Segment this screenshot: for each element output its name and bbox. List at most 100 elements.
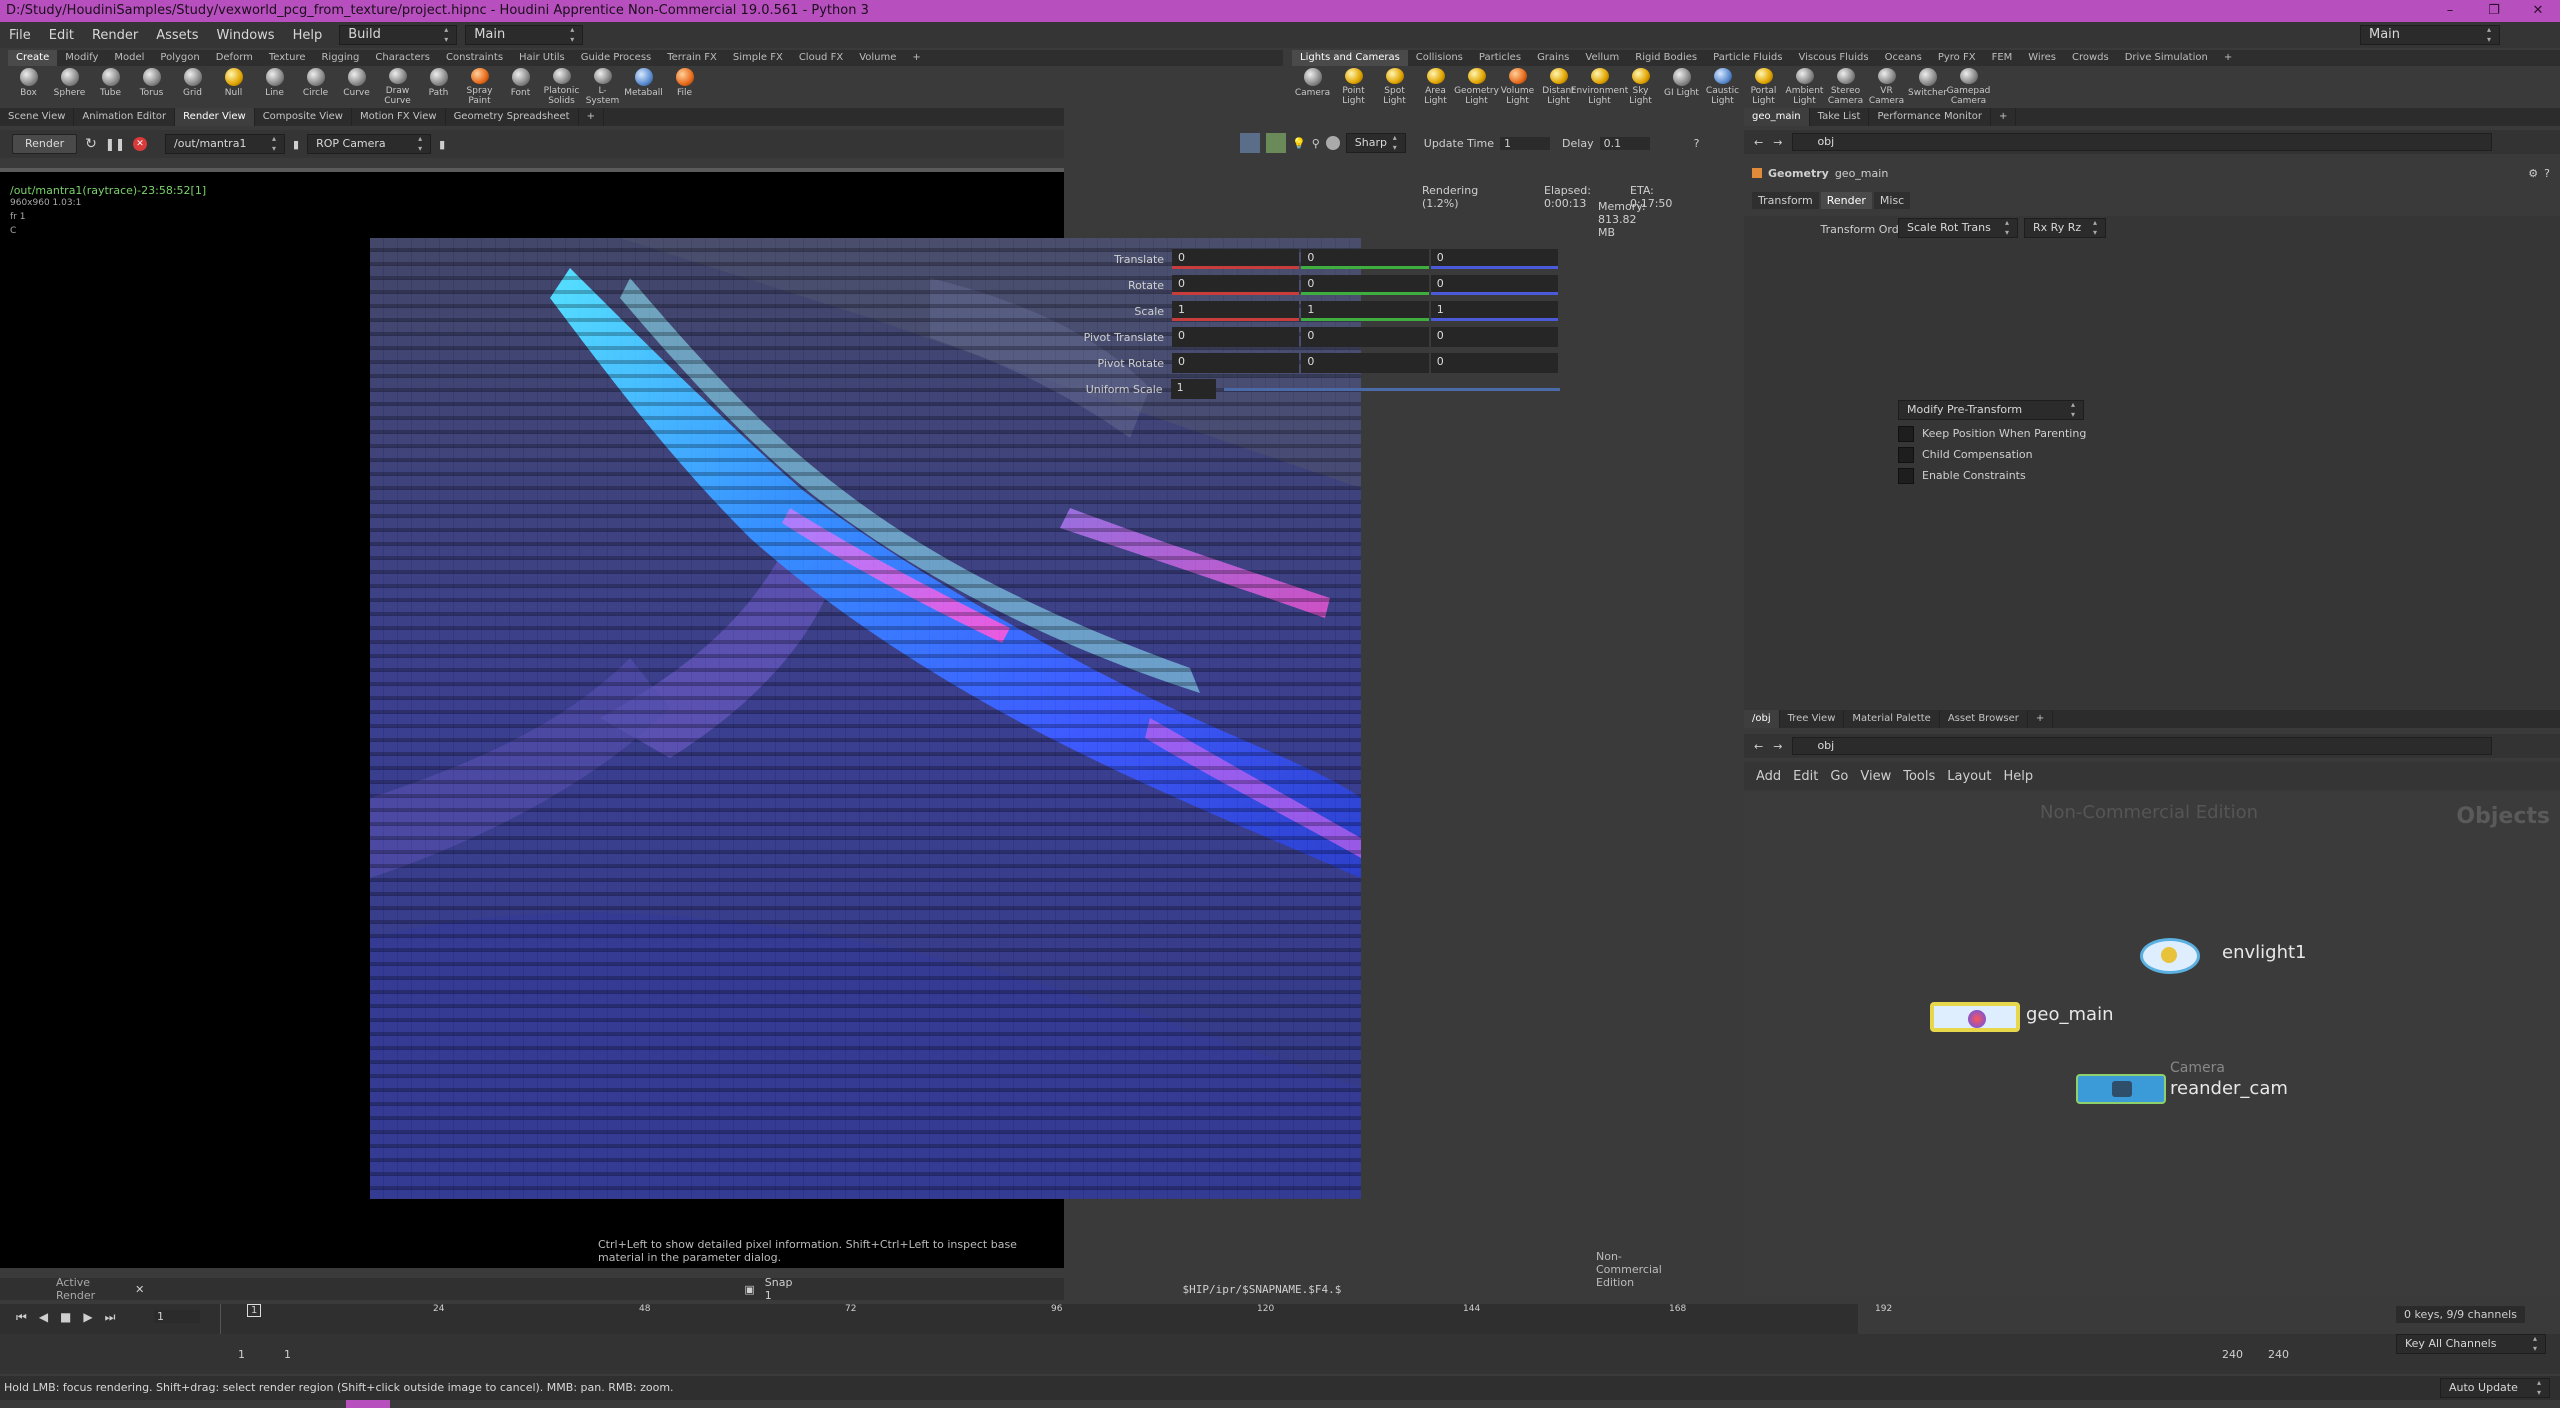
tab-composite-view[interactable]: Composite View [255, 108, 352, 126]
shelf-tab[interactable]: Create [8, 50, 58, 66]
shelf-tab[interactable]: FEM [1984, 50, 2021, 66]
shelf-tab[interactable]: Grains [1529, 50, 1577, 66]
tab-obj[interactable]: /obj [1744, 710, 1780, 728]
pivot-rotate-y[interactable]: 0 [1301, 353, 1429, 373]
tab-material-palette[interactable]: Material Palette [1844, 710, 1940, 728]
tool-portal-light[interactable]: Portal Light [1743, 66, 1784, 106]
tab-take-list[interactable]: Take List [1810, 108, 1870, 126]
filter-select[interactable]: Sharp [1345, 133, 1406, 153]
close-icon[interactable]: ✕ [2516, 0, 2560, 22]
tool-platonic[interactable]: Platonic Solids [541, 66, 582, 106]
tab-geo-main[interactable]: geo_main [1744, 108, 1810, 126]
output-driver-select[interactable]: /out/mantra1 [165, 134, 286, 154]
add-shelf-icon[interactable]: + [2216, 50, 2240, 66]
tool-tube[interactable]: Tube [90, 66, 131, 106]
rotate-y[interactable]: 0 [1301, 275, 1429, 295]
shelf-tab[interactable]: Particle Fluids [1705, 50, 1790, 66]
tab-render[interactable]: Render [1820, 192, 1872, 209]
menu-assets[interactable]: Assets [147, 28, 207, 43]
tool-curve[interactable]: Curve [336, 66, 377, 106]
help-icon[interactable]: ? [1694, 137, 1700, 150]
pivot-rotate-x[interactable]: 0 [1172, 353, 1300, 373]
add-shelf-icon[interactable]: + [904, 50, 928, 66]
network-path-field[interactable]: obj [1792, 737, 2493, 755]
tool-lsystem[interactable]: L-System [582, 66, 623, 106]
param-path-field[interactable]: obj [1792, 133, 2493, 151]
network-menu-edit[interactable]: Edit [1793, 769, 1818, 784]
shelf-tab[interactable]: Hair Utils [511, 50, 573, 66]
network-menu-go[interactable]: Go [1830, 769, 1848, 784]
menu-file[interactable]: File [0, 28, 40, 43]
keep-position-checkbox[interactable] [1898, 426, 1914, 442]
shelf-tab[interactable]: Volume [851, 50, 904, 66]
tool-circle[interactable]: Circle [295, 66, 336, 106]
forward-icon[interactable]: → [1773, 136, 1782, 149]
gear-icon[interactable]: ⚙ [2528, 167, 2538, 180]
scale-y[interactable]: 1 [1301, 301, 1429, 321]
stop-icon[interactable]: ■ [60, 1310, 71, 1325]
rotate-order-select[interactable]: Rx Ry Rz [2024, 218, 2106, 238]
shelf-tab[interactable]: Pyro FX [1930, 50, 1984, 66]
tool-gi-light[interactable]: GI Light [1661, 66, 1702, 106]
tab-scene-view[interactable]: Scene View [0, 108, 75, 126]
translate-z[interactable]: 0 [1430, 249, 1559, 269]
tool-point-light[interactable]: Point Light [1333, 66, 1374, 106]
scale-x[interactable]: 1 [1172, 301, 1300, 321]
shelf-tab[interactable]: Texture [261, 50, 314, 66]
camera-node[interactable] [2076, 1074, 2166, 1104]
tool-spot-light[interactable]: Spot Light [1374, 66, 1415, 106]
shelf-tab[interactable]: Terrain FX [659, 50, 725, 66]
network-menu-add[interactable]: Add [1756, 769, 1781, 784]
shelf-tab[interactable]: Simple FX [725, 50, 791, 66]
tool-stereo-camera[interactable]: Stereo Camera [1825, 66, 1866, 106]
shelf-tab[interactable]: Particles [1471, 50, 1529, 66]
shelf-tab[interactable]: Polygon [152, 50, 207, 66]
range-end-field[interactable]: 240 [2222, 1348, 2243, 1361]
translate-y[interactable]: 0 [1301, 249, 1429, 269]
shelf-tab[interactable]: Wires [2020, 50, 2064, 66]
shelf-tab[interactable]: Vellum [1577, 50, 1627, 66]
pick-icon[interactable]: ▮ [293, 138, 299, 151]
right-workspace-select[interactable]: Main [2360, 25, 2500, 45]
current-frame-field[interactable]: 1 [154, 1310, 200, 1323]
render-button[interactable]: Render [12, 134, 78, 154]
snapshot-icon[interactable]: ▣ [744, 1283, 754, 1296]
tool-file[interactable]: File [664, 66, 705, 106]
preview-icon[interactable] [1266, 133, 1286, 153]
shelf-tab[interactable]: Characters [367, 50, 438, 66]
update-time-field[interactable]: 1 [1500, 136, 1551, 150]
auto-update-select[interactable]: Auto Update [2440, 1378, 2550, 1398]
uniform-scale-field[interactable]: 1 [1170, 379, 1217, 399]
tool-area-light[interactable]: Area Light [1415, 66, 1456, 106]
range-start-field[interactable]: 1 [238, 1348, 245, 1361]
tab-asset-browser[interactable]: Asset Browser [1940, 710, 2028, 728]
network-editor[interactable]: Non-Commercial Edition Objects envlight1… [1744, 792, 2560, 1296]
workspace-select[interactable]: Main [465, 25, 584, 45]
key-all-channels-select[interactable]: Key All Channels [2396, 1334, 2546, 1354]
sphere-preview-icon[interactable] [1325, 136, 1340, 150]
shelf-tab[interactable]: Collisions [1408, 50, 1471, 66]
network-menu-layout[interactable]: Layout [1947, 769, 1991, 784]
range-end2-field[interactable]: 240 [2268, 1348, 2289, 1361]
pivot-rotate-z[interactable]: 0 [1430, 353, 1559, 373]
shelf-tab[interactable]: Cloud FX [791, 50, 851, 66]
tab-motion-fx-view[interactable]: Motion FX View [352, 108, 446, 126]
shelf-tab[interactable]: Rigging [313, 50, 367, 66]
shelf-tab[interactable]: Guide Process [573, 50, 659, 66]
shelf-tab[interactable]: Drive Simulation [2117, 50, 2216, 66]
step-back-icon[interactable]: ◀ [39, 1310, 48, 1325]
tab-misc[interactable]: Misc [1873, 192, 1911, 209]
tool-grid[interactable]: Grid [172, 66, 213, 106]
zoom-icon[interactable]: ⚲ [1312, 137, 1320, 150]
transform-order-select[interactable]: Scale Rot Trans [1898, 218, 2018, 238]
tool-caustic-light[interactable]: Caustic Light [1702, 66, 1743, 106]
minimize-icon[interactable]: – [2428, 0, 2472, 22]
back-icon[interactable]: ← [1754, 136, 1763, 149]
tool-path[interactable]: Path [418, 66, 459, 106]
light-icon[interactable]: 💡 [1292, 137, 1306, 150]
tab-animation-editor[interactable]: Animation Editor [74, 108, 176, 126]
add-tab-icon[interactable]: + [1991, 108, 2017, 126]
tool-null[interactable]: Null [213, 66, 254, 106]
tab-render-view[interactable]: Render View [175, 108, 255, 126]
enable-constraints-checkbox[interactable] [1898, 468, 1914, 484]
